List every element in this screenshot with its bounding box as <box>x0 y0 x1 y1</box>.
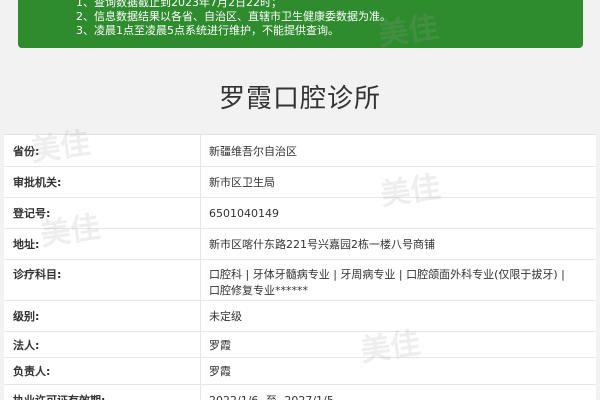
field-label: 审批机关: <box>4 167 201 197</box>
field-value: 新市区喀什东路221号兴嘉园2栋一楼八号商铺 <box>209 238 435 251</box>
field-value: 6501040149 <box>209 206 279 220</box>
field-value: 未定级 <box>209 310 242 323</box>
field-value: 口腔科 | 牙体牙髓病专业 | 牙周病专业 | 口腔颌面外科专业(仅限于拔牙) … <box>209 268 565 297</box>
field-value: 罗霞 <box>209 365 231 378</box>
field-label: 级别: <box>4 301 201 331</box>
page-title: 罗霞口腔诊所 <box>218 84 381 114</box>
table-row-address: 地址: 新市区喀什东路221号兴嘉园2栋一楼八号商铺 <box>4 229 596 260</box>
field-label: 负责人: <box>4 358 201 384</box>
table-row-registration: 登记号: 6501040149 <box>4 198 596 229</box>
notice-banner: 1、查询数据截止到2023年7月2日22时； 2、信息数据结果以各省、自治区、直… <box>18 0 583 48</box>
field-value: 新疆维吾尔自治区 <box>209 144 297 158</box>
info-table: 省份: 新疆维吾尔自治区 审批机关: 新市区卫生局 登记号: 650104014… <box>4 134 596 400</box>
field-label: 法人: <box>4 332 201 357</box>
field-label: 省份: <box>4 135 201 166</box>
field-value: 2022/1/6 -至- 2027/1/5 <box>209 393 334 400</box>
field-value: 新市区卫生局 <box>209 176 275 189</box>
table-row-license-validity: 执业许可证有效期: 2022/1/6 -至- 2027/1/5 <box>4 385 596 400</box>
table-row-authority: 审批机关: 新市区卫生局 <box>4 167 596 198</box>
field-label: 地址: <box>4 229 201 259</box>
table-row-province: 省份: 新疆维吾尔自治区 <box>4 135 596 167</box>
table-row-person-in-charge: 负责人: 罗霞 <box>4 358 596 385</box>
field-label: 诊疗科目: <box>4 260 201 300</box>
table-row-level: 级别: 未定级 <box>4 301 596 332</box>
table-row-departments: 诊疗科目: 口腔科 | 牙体牙髓病专业 | 牙周病专业 | 口腔颌面外科专业(仅… <box>4 260 596 301</box>
field-label: 登记号: <box>4 198 201 228</box>
field-value: 罗霞 <box>209 338 231 352</box>
notice-line-1: 1、查询数据截止到2023年7月2日22时； <box>76 0 282 9</box>
field-label: 执业许可证有效期: <box>4 385 201 400</box>
notice-line-2: 2、信息数据结果以各省、自治区、直辖市卫生健康委数据为准。 <box>76 10 391 23</box>
table-row-legal-person: 法人: 罗霞 <box>4 332 596 358</box>
notice-line-3: 3、凌晨1点至凌晨5点系统进行维护，不能提供查询。 <box>76 24 339 37</box>
